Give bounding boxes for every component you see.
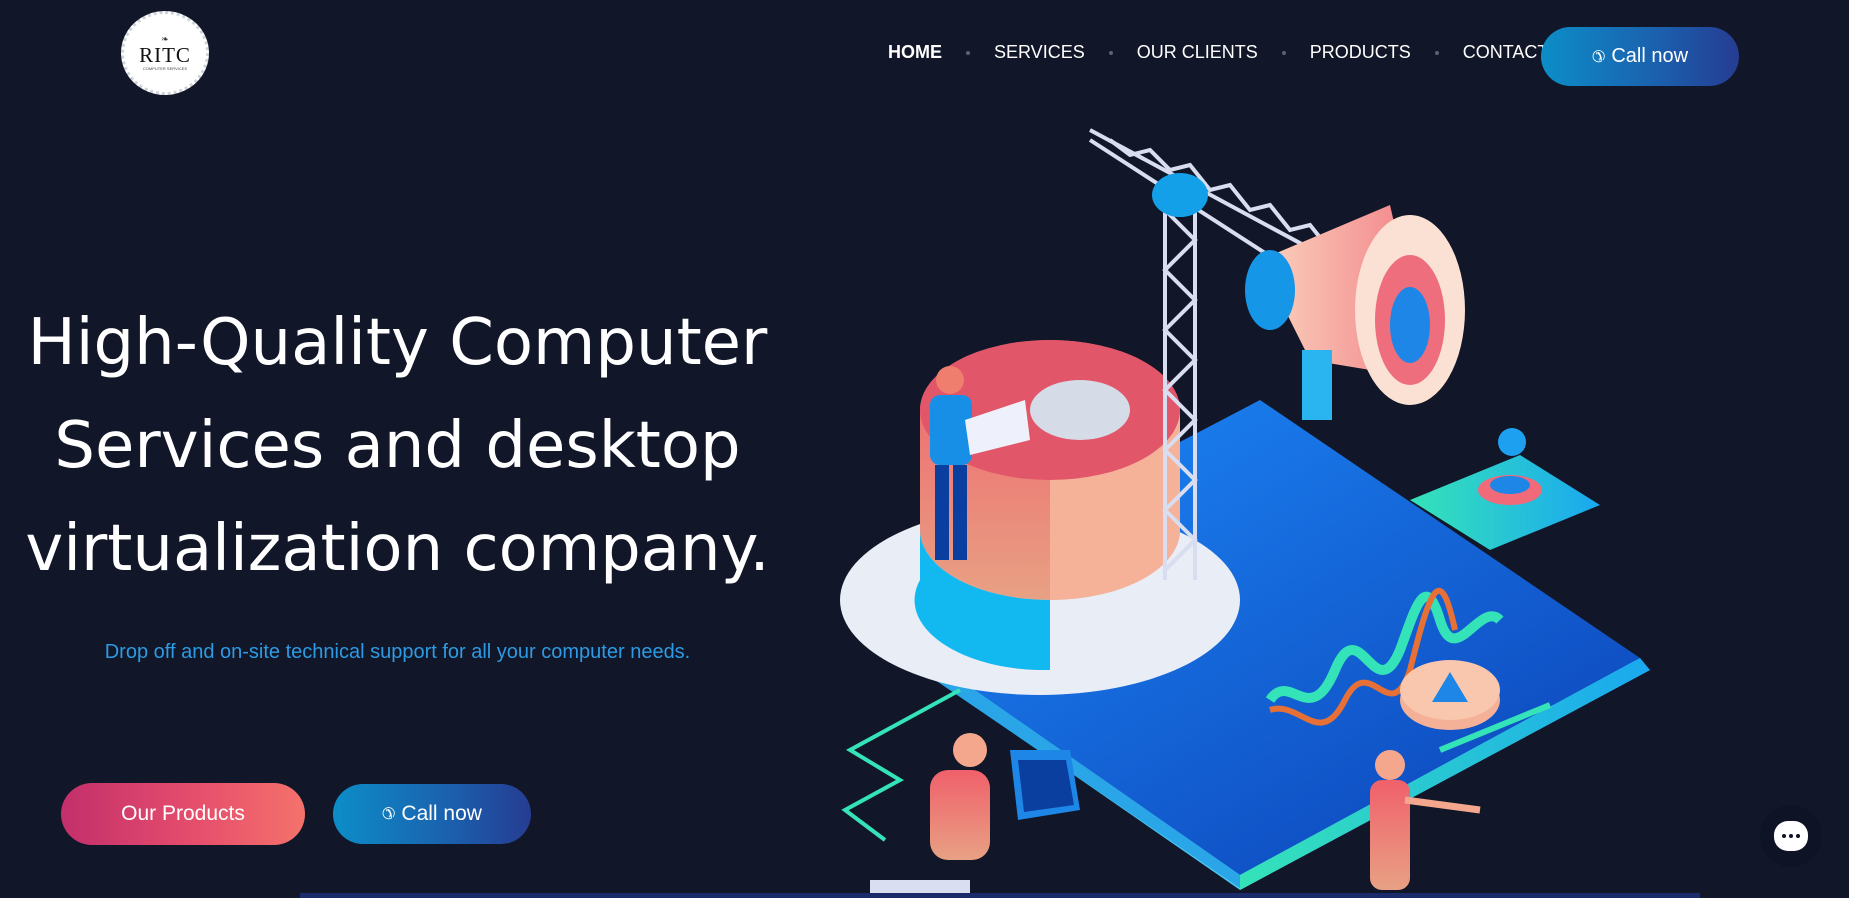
hero-title: High-Quality Computer Services and deskt… xyxy=(20,292,775,601)
hero-illustration xyxy=(840,128,1650,898)
hero-call-now-label: Call now xyxy=(401,802,482,825)
phone-icon: ✆ xyxy=(382,806,396,823)
nav-contact[interactable]: CONTACT xyxy=(1463,42,1549,63)
play-icon xyxy=(1400,660,1500,730)
phone-icon: ✆ xyxy=(1591,48,1606,66)
hero-call-now-button[interactable]: ✆ Call now xyxy=(333,784,531,844)
nav-separator xyxy=(1434,50,1439,55)
hero-subtitle: Drop off and on-site technical support f… xyxy=(104,641,691,663)
megaphone-illustration xyxy=(1245,205,1465,420)
person-laptop-illustration xyxy=(870,733,1080,898)
nav-separator xyxy=(1281,50,1286,55)
hero-title-line-2: Services and desktop xyxy=(54,409,741,483)
brand-logo[interactable]: ❧ RITC COMPUTER SERVICES xyxy=(121,11,209,95)
nav-separator xyxy=(1108,50,1113,55)
bottom-edge-bar xyxy=(300,893,1700,898)
logo-text: RITC xyxy=(139,42,191,67)
our-products-button[interactable]: Our Products xyxy=(61,783,305,845)
hero-title-line-3: virtualization company. xyxy=(25,512,770,586)
main-nav: HOME SERVICES OUR CLIENTS PRODUCTS CONTA… xyxy=(888,42,1548,63)
chat-widget-button[interactable] xyxy=(1760,805,1822,867)
chat-bubble-icon xyxy=(1774,821,1808,851)
nav-home[interactable]: HOME xyxy=(888,42,942,63)
nav-services[interactable]: SERVICES xyxy=(994,42,1085,63)
logo-tagline: COMPUTER SERVICES xyxy=(142,66,188,72)
nav-separator xyxy=(966,50,970,55)
nav-call-now-label: Call now xyxy=(1611,45,1689,67)
nav-our-clients[interactable]: OUR CLIENTS xyxy=(1137,42,1258,63)
nav-call-now-button[interactable]: ✆ Call now xyxy=(1541,27,1739,86)
hero-title-line-1: High-Quality Computer xyxy=(27,306,768,380)
nav-products[interactable]: PRODUCTS xyxy=(1310,42,1411,63)
